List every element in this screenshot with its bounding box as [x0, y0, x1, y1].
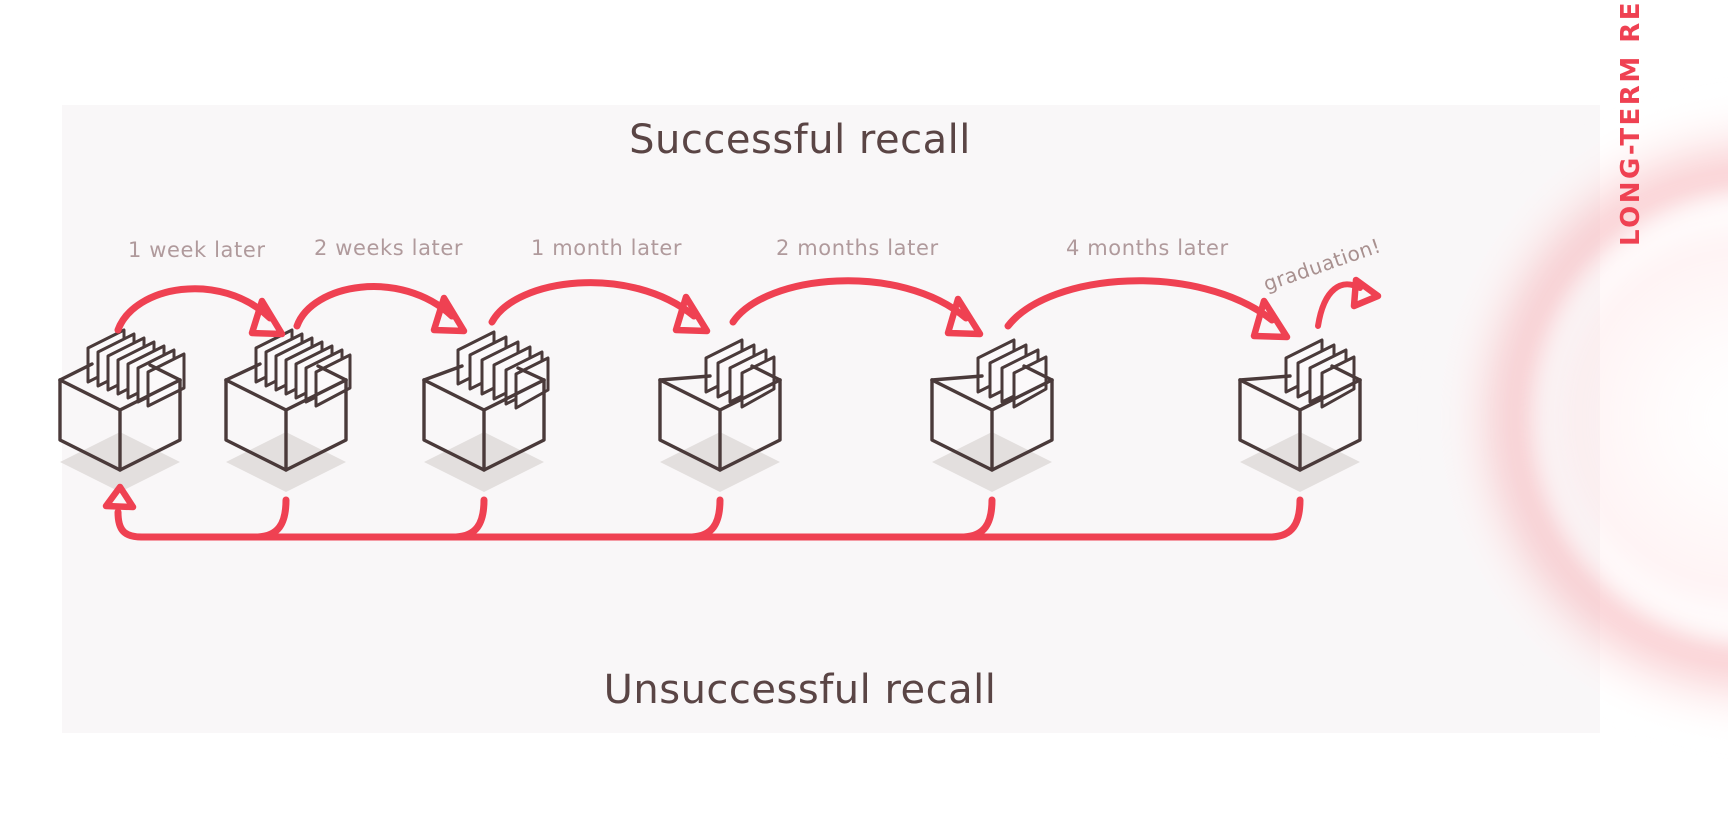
box-2-cards: [254, 328, 352, 408]
interval-label-4-months: 4 months later: [1066, 236, 1229, 260]
page-title-successful-recall: Successful recall: [629, 117, 971, 163]
box-1: [58, 328, 186, 492]
diagram-canvas: .stroke-red { stroke:#ef4152; stroke-wid…: [0, 0, 1728, 825]
page-title-unsuccessful-recall: Unsuccessful recall: [603, 667, 997, 713]
success-arrow-3: [488, 279, 711, 335]
box-2: [224, 328, 352, 492]
box-6: [1238, 338, 1362, 492]
box-3-cards: [456, 330, 550, 410]
box-4: [658, 338, 782, 492]
success-arrow-4: [729, 277, 984, 338]
success-arrow-5: [1004, 277, 1291, 341]
box-3: [422, 330, 550, 492]
interval-label-1-week: 1 week later: [128, 238, 266, 262]
box-5: [930, 338, 1054, 492]
box-1-cards: [86, 328, 186, 408]
failure-return-paths: [102, 483, 1304, 541]
interval-label-2-weeks: 2 weeks later: [314, 236, 464, 260]
success-arrow-2: [293, 283, 468, 335]
long-term-retention-label: LONG-TERM RETENTION: [1616, 0, 1646, 246]
success-arrow-1: [114, 285, 286, 338]
interval-label-2-months: 2 months later: [776, 236, 939, 260]
interval-label-1-month: 1 month later: [531, 236, 683, 260]
graduation-arrow: [1315, 276, 1382, 329]
